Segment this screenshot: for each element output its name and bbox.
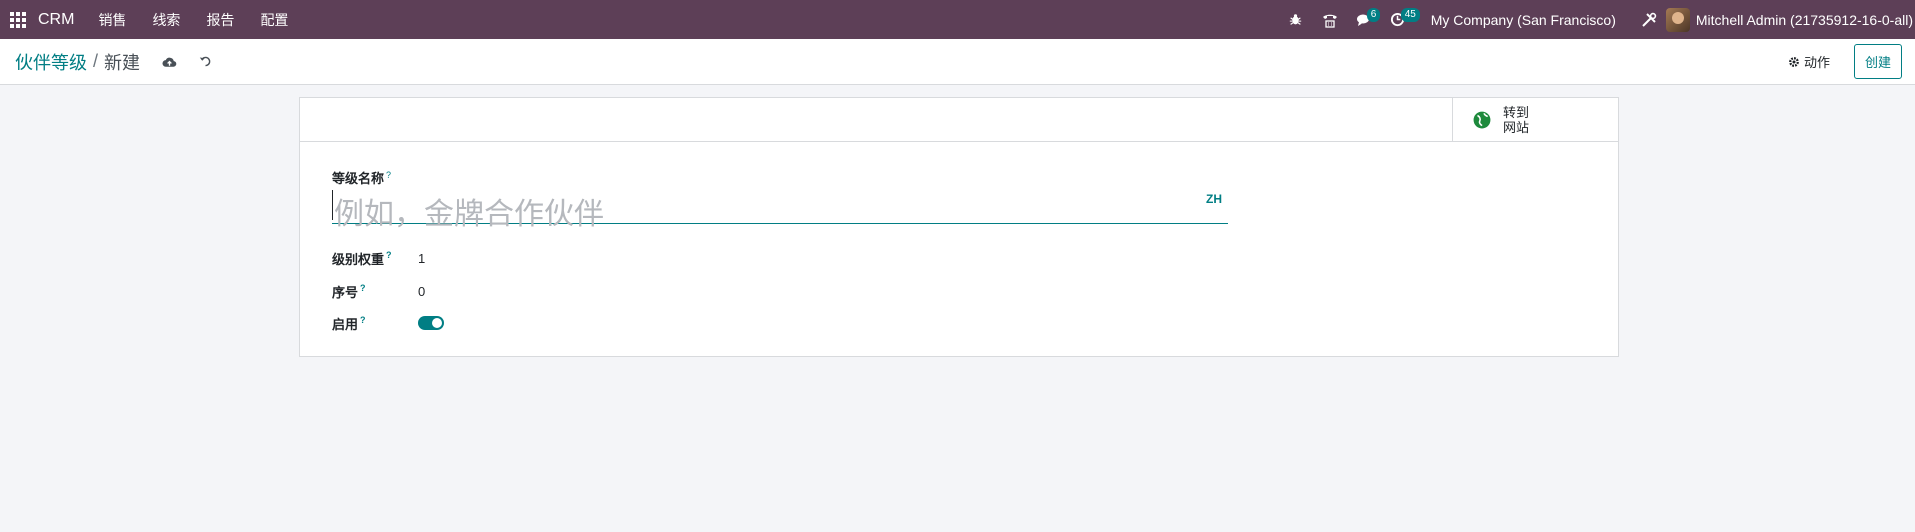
sequence-field[interactable]: 0 — [418, 284, 425, 299]
weight-field[interactable]: 1 — [418, 251, 425, 266]
grade-name-input[interactable]: 例如，金牌合作伙伴 ZH — [332, 186, 1228, 231]
sequence-row: 序号? 0 — [332, 281, 425, 301]
user-menu[interactable]: Mitchell Admin (21735912-16-0-all) — [1665, 7, 1915, 32]
menu-reporting[interactable]: 报告 — [206, 10, 234, 30]
activities-badge: 45 — [1400, 8, 1420, 22]
help-tooltip-icon[interactable]: ? — [386, 170, 391, 180]
grade-name-placeholder: 例如，金牌合作伙伴 — [334, 198, 604, 231]
button-box: 转到 网站 — [300, 98, 1618, 142]
website-label-line1: 转到 — [1503, 104, 1530, 120]
active-toggle[interactable] — [418, 316, 444, 330]
apps-menu-icon[interactable] — [10, 11, 26, 28]
top-navbar: CRM 销售 线索 报告 配置 6 45 My Company (San Fra… — [0, 0, 1915, 39]
activities-clock-icon[interactable]: 45 — [1381, 0, 1420, 39]
help-tooltip-icon[interactable]: ? — [360, 283, 366, 293]
action-menu-button[interactable]: 动作 — [1788, 52, 1830, 71]
website-label-line2: 网站 — [1503, 119, 1530, 135]
avatar — [1665, 7, 1690, 32]
weight-row: 级别权重? 1 — [332, 248, 425, 268]
help-tooltip-icon[interactable]: ? — [360, 315, 366, 325]
gear-icon — [1789, 56, 1799, 67]
discard-undo-icon[interactable] — [190, 47, 220, 77]
control-panel: 伙伴等级 / 新建 动作 创建 — [0, 39, 1915, 85]
breadcrumb-current: 新建 — [104, 52, 141, 73]
menu-configuration[interactable]: 配置 — [260, 10, 288, 30]
debug-bug-icon[interactable] — [1279, 0, 1313, 39]
menu-sales[interactable]: 销售 — [98, 10, 126, 30]
sequence-label: 序号 — [332, 284, 359, 300]
help-tooltip-icon[interactable]: ? — [386, 250, 392, 260]
globe-icon — [1473, 111, 1491, 128]
active-row: 启用? — [332, 313, 444, 333]
company-switcher[interactable]: My Company (San Francisco) — [1431, 12, 1616, 28]
user-name: Mitchell Admin (21735912-16-0-all) — [1695, 11, 1913, 28]
breadcrumb-parent[interactable]: 伙伴等级 — [15, 49, 87, 75]
save-cloud-icon[interactable] — [154, 47, 184, 77]
messages-icon[interactable]: 6 — [1347, 0, 1381, 39]
menu-leads[interactable]: 线索 — [152, 10, 180, 30]
active-label: 启用 — [332, 316, 359, 332]
language-button[interactable]: ZH — [1206, 192, 1222, 206]
messages-badge: 6 — [1366, 8, 1381, 22]
phone-icon[interactable] — [1313, 0, 1347, 39]
create-button[interactable]: 创建 — [1853, 44, 1902, 79]
tools-icon[interactable] — [1632, 0, 1666, 39]
weight-label: 级别权重 — [332, 251, 385, 267]
go-to-website-button[interactable]: 转到 网站 — [1452, 98, 1618, 141]
form-sheet: 转到 网站 等级名称? 例如，金牌合作伙伴 ZH 级别权重? 1 序号? 0 启… — [299, 97, 1619, 357]
action-label: 动作 — [1803, 55, 1830, 70]
app-brand[interactable]: CRM — [38, 11, 74, 29]
breadcrumb-separator: / — [93, 51, 99, 71]
name-label: 等级名称 — [332, 171, 385, 186]
